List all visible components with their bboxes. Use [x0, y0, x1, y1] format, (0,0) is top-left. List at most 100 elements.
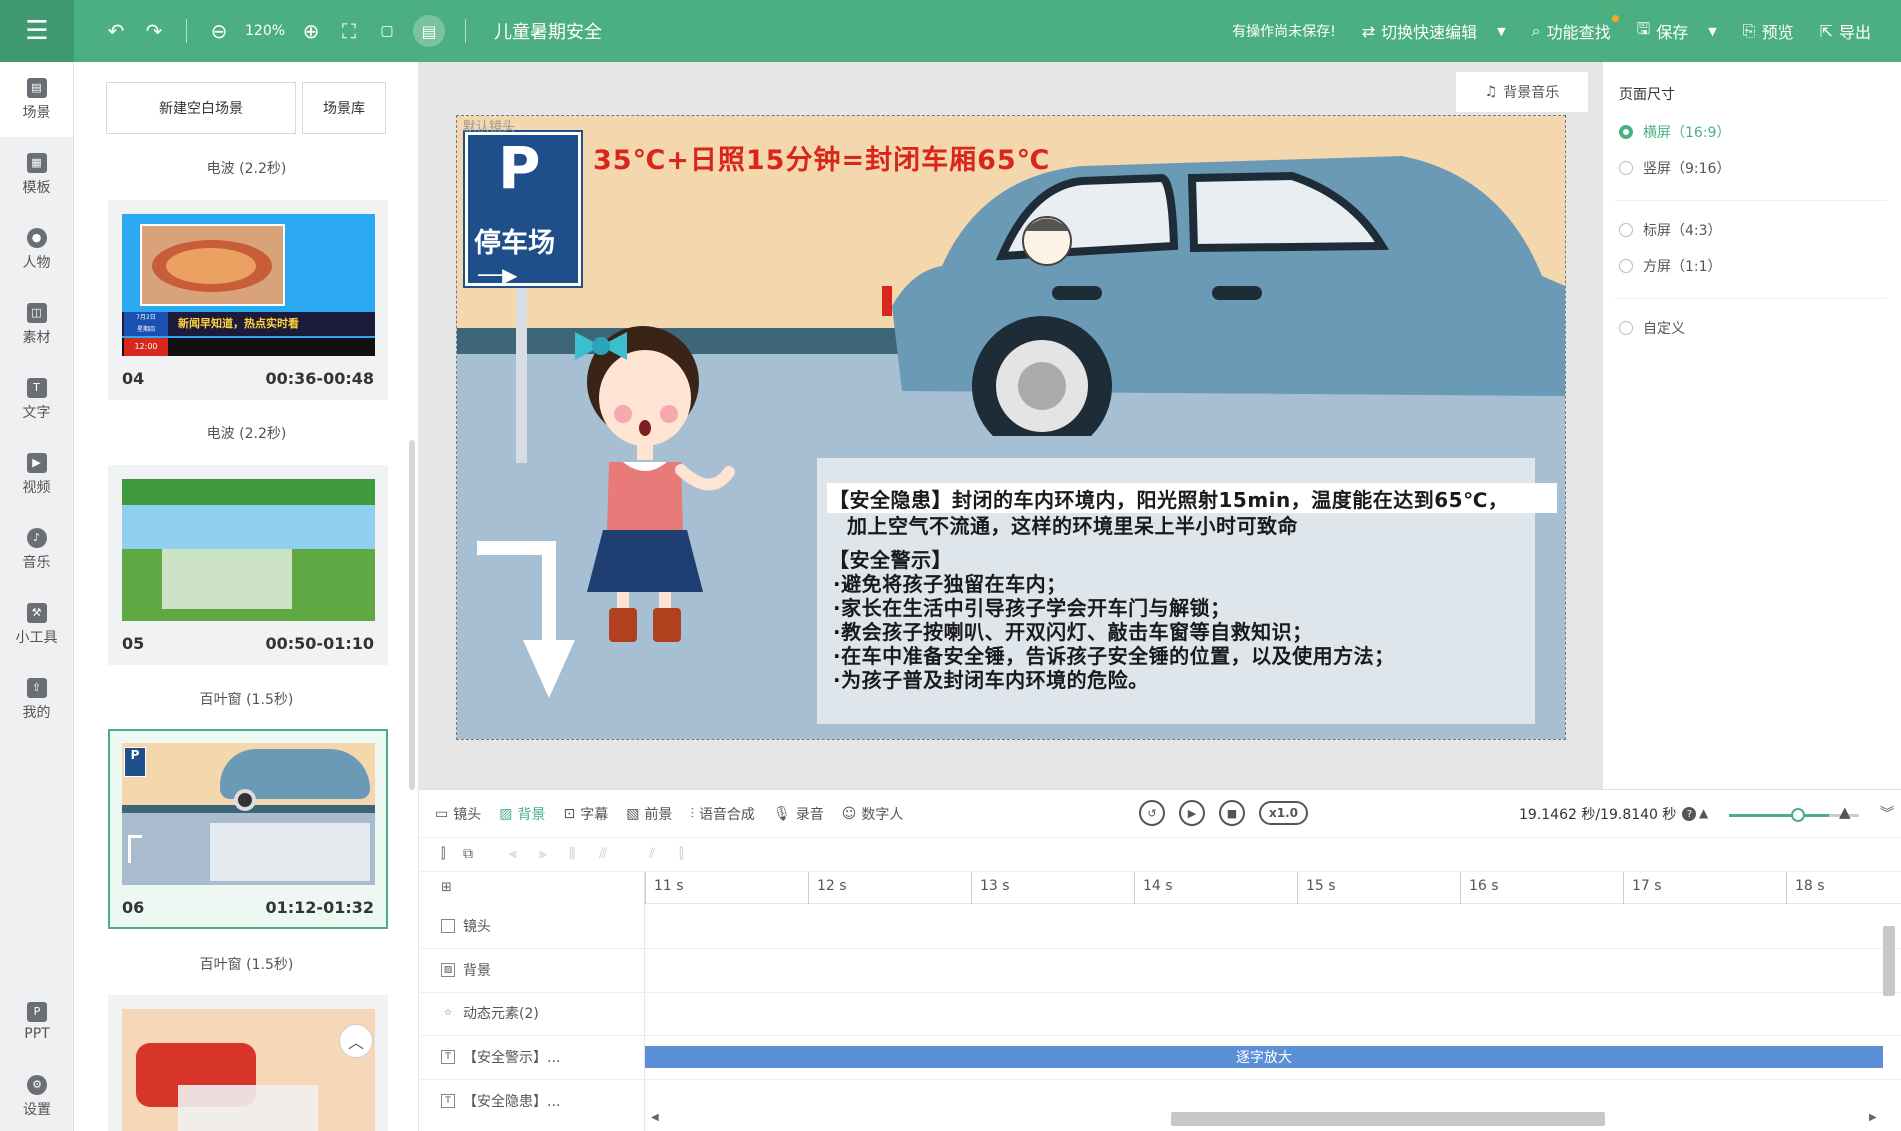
hazard-text-line-1[interactable]: 【安全隐患】封闭的车内环境内，阳光照射15min，温度能在达到65℃， — [829, 484, 1508, 513]
radio-custom[interactable]: 自定义 — [1619, 318, 1685, 338]
tab-background[interactable]: ▨ 背景 — [499, 804, 545, 824]
chevron-down-icon[interactable]: ▼ — [1497, 25, 1505, 38]
document-title[interactable]: 儿童暑期安全 — [472, 18, 602, 44]
timeline-vertical-scrollbar[interactable] — [1883, 926, 1895, 996]
preview-button[interactable]: ⎘ 预览 — [1743, 19, 1794, 43]
tab-record[interactable]: 🎙 录音 — [773, 804, 824, 824]
scroll-to-top-button[interactable]: ︿ — [339, 1024, 373, 1058]
radio-square[interactable]: 方屏（1:1） — [1619, 256, 1722, 276]
background-music-button[interactable]: ♫ 背景音乐 — [1456, 72, 1588, 112]
track-layout-icon[interactable]: ⊞ — [441, 880, 452, 895]
animation-clip[interactable]: 逐字放大 — [645, 1046, 1883, 1068]
tab-tts[interactable]: ⫶ 语音合成 — [690, 804, 755, 824]
merge-icon[interactable]: ⫿ — [679, 846, 683, 862]
split-icon[interactable]: ⫽ — [649, 846, 655, 862]
zoom-in-mountain-icon[interactable]: ▲ — [1839, 803, 1851, 821]
ppt-icon: P — [27, 1001, 47, 1022]
chevron-down-icon[interactable]: ▼ — [1708, 25, 1716, 38]
nav-item-mine[interactable]: ⇧ 我的 — [0, 662, 73, 737]
collapse-icon[interactable]: ︾ — [1880, 803, 1894, 823]
transition-label[interactable]: 电波 (2.2秒) — [74, 158, 418, 178]
scene-headline[interactable]: 35℃+日照15分钟=封闭车厢65℃ — [593, 138, 1050, 177]
timeline-toolbar: ▭ 镜头 ▨ 背景 ⊡ 字幕 ▧ 前景 ⫶ 语音合成 🎙 录音 ☺ 数字人 ↺ ▶ ■ x1.… — [419, 790, 1901, 838]
nav-item-scene[interactable]: ▤ 场景 — [0, 62, 73, 137]
scene-stage[interactable]: 默认镜头 P 停车场 ──▶ 35℃+日照15分钟=封闭车厢65℃ 【安全隐患】… — [456, 115, 1566, 740]
undo-icon[interactable]: ↶ — [104, 19, 128, 43]
stop-icon[interactable]: ■ — [1219, 800, 1245, 826]
zoom-in-icon[interactable]: ⊕ — [299, 19, 323, 43]
export-button[interactable]: ⇱ 导出 — [1820, 19, 1871, 43]
hazard-text-line-2[interactable]: 加上空气不流通，这样的环境里呆上半小时可致命 — [847, 510, 1298, 539]
zoom-out-mountain-icon[interactable]: ▲ — [1699, 806, 1708, 820]
nav-item-settings[interactable]: ⚙ 设置 — [0, 1059, 74, 1131]
timeline-zoom-slider[interactable] — [1729, 814, 1829, 817]
track-hazard-text[interactable]: T 【安全隐患】... — [441, 1091, 560, 1111]
fullscreen-icon[interactable]: ⛶ — [337, 19, 361, 43]
track-background[interactable]: ▨ 背景 — [441, 960, 491, 980]
replay-icon[interactable]: ↺ — [1139, 800, 1165, 826]
transition-label[interactable]: 百叶窗 (1.5秒) — [74, 954, 418, 974]
nav-item-material[interactable]: ◫ 素材 — [0, 287, 73, 362]
parking-sign: P 停车场 ──▶ — [463, 130, 583, 288]
notification-dot — [1611, 15, 1619, 22]
redo-icon[interactable]: ↷ — [142, 19, 166, 43]
safe-frame-icon[interactable]: ▤ — [413, 15, 446, 47]
nav-item-text[interactable]: T 文字 — [0, 362, 73, 437]
nav-item-template[interactable]: ▦ 模板 — [0, 137, 73, 212]
nav-item-music[interactable]: ♪ 音乐 — [0, 512, 73, 587]
nav-item-toolbox[interactable]: ⚒ 小工具 — [0, 587, 73, 662]
track-camera[interactable]: 镜头 — [441, 916, 491, 936]
transition-label[interactable]: 电波 (2.2秒) — [74, 423, 418, 443]
play-icon[interactable]: ▶ — [1179, 800, 1205, 826]
radio-portrait[interactable]: 竖屏（9:16） — [1619, 158, 1730, 178]
scene-card-06[interactable]: P 06 01:12-01:32 — [108, 729, 388, 929]
help-icon[interactable]: ? — [1682, 807, 1697, 821]
scroll-right-icon[interactable]: ▶ — [1869, 1112, 1877, 1123]
new-blank-scene-button[interactable]: 新建空白场景 — [106, 82, 296, 134]
timeline-zoom-handle[interactable] — [1791, 808, 1805, 822]
scene-card-07[interactable] — [108, 995, 388, 1131]
ruler-tick: 12 s — [808, 872, 847, 904]
warning-item[interactable]: ·为孩子普及封闭车内环境的危险。 — [833, 664, 1149, 693]
group-icon[interactable]: ⧉ — [463, 846, 473, 862]
scroll-left-icon[interactable]: ◀ — [651, 1112, 659, 1123]
track-warning-text[interactable]: T 【安全警示】... — [441, 1047, 560, 1067]
track-divider — [419, 992, 1901, 993]
distribute-icon[interactable]: ⫻ — [599, 846, 607, 862]
align-left-icon[interactable]: ⫷ — [509, 846, 517, 862]
tab-digital-human[interactable]: ☺ 数字人 — [842, 804, 904, 824]
tab-subtitle[interactable]: ⊡ 字幕 — [563, 804, 608, 824]
zoom-out-icon[interactable]: ⊖ — [207, 19, 231, 43]
divider — [1615, 298, 1887, 299]
sign-pole — [516, 286, 527, 463]
align-center-icon[interactable]: ⫼ — [569, 846, 575, 862]
scene-card-04[interactable]: 7月2日 星期四 新闻早知道，热点实时看 12:00 04 00:36-00:48 — [108, 200, 388, 400]
hamburger-menu-icon[interactable]: ☰ — [0, 0, 74, 62]
scene-panel-scrollbar[interactable] — [409, 440, 415, 790]
time-ruler[interactable]: 11 s 12 s 13 s 14 s 15 s 16 s 17 s 18 s — [645, 872, 1901, 904]
scene-card-05[interactable]: 05 00:50-01:10 — [108, 465, 388, 665]
transition-label[interactable]: 百叶窗 (1.5秒) — [74, 689, 418, 709]
radio-landscape[interactable]: 横屏（16:9） — [1619, 122, 1730, 142]
timeline-horizontal-scrollbar[interactable] — [1171, 1112, 1605, 1126]
scene-library-button[interactable]: 场景库 — [302, 82, 386, 134]
align-right-icon[interactable]: ⫸ — [539, 846, 547, 862]
filter-icon[interactable]: ⫿ — [441, 846, 445, 862]
toolbar-divider — [186, 19, 187, 43]
nav-item-video[interactable]: ▶ 视频 — [0, 437, 73, 512]
quick-edit-button[interactable]: ⇄ 切换快速编辑 ▼ — [1362, 19, 1506, 43]
nav-label: 视频 — [22, 479, 51, 496]
save-button[interactable]: 🖫 保存 ▼ — [1637, 18, 1717, 45]
nav-item-person[interactable]: ● 人物 — [0, 212, 73, 287]
nav-item-ppt[interactable]: P PPT — [0, 984, 74, 1059]
tab-label: 镜头 — [453, 806, 482, 823]
tab-label: 数字人 — [861, 806, 904, 823]
feature-search-button[interactable]: ⌕ 功能查找 — [1532, 15, 1619, 43]
playback-speed-button[interactable]: x1.0 — [1259, 801, 1308, 825]
tab-camera[interactable]: ▭ 镜头 — [435, 804, 481, 824]
radio-standard[interactable]: 标屏（4:3） — [1619, 220, 1722, 240]
tab-foreground[interactable]: ▧ 前景 — [626, 804, 672, 824]
camera-label: 默认镜头 — [463, 120, 516, 135]
actual-size-icon[interactable]: ▢ — [375, 23, 399, 39]
track-animated-elements[interactable]: ☆ 动态元素(2) — [441, 1003, 539, 1023]
